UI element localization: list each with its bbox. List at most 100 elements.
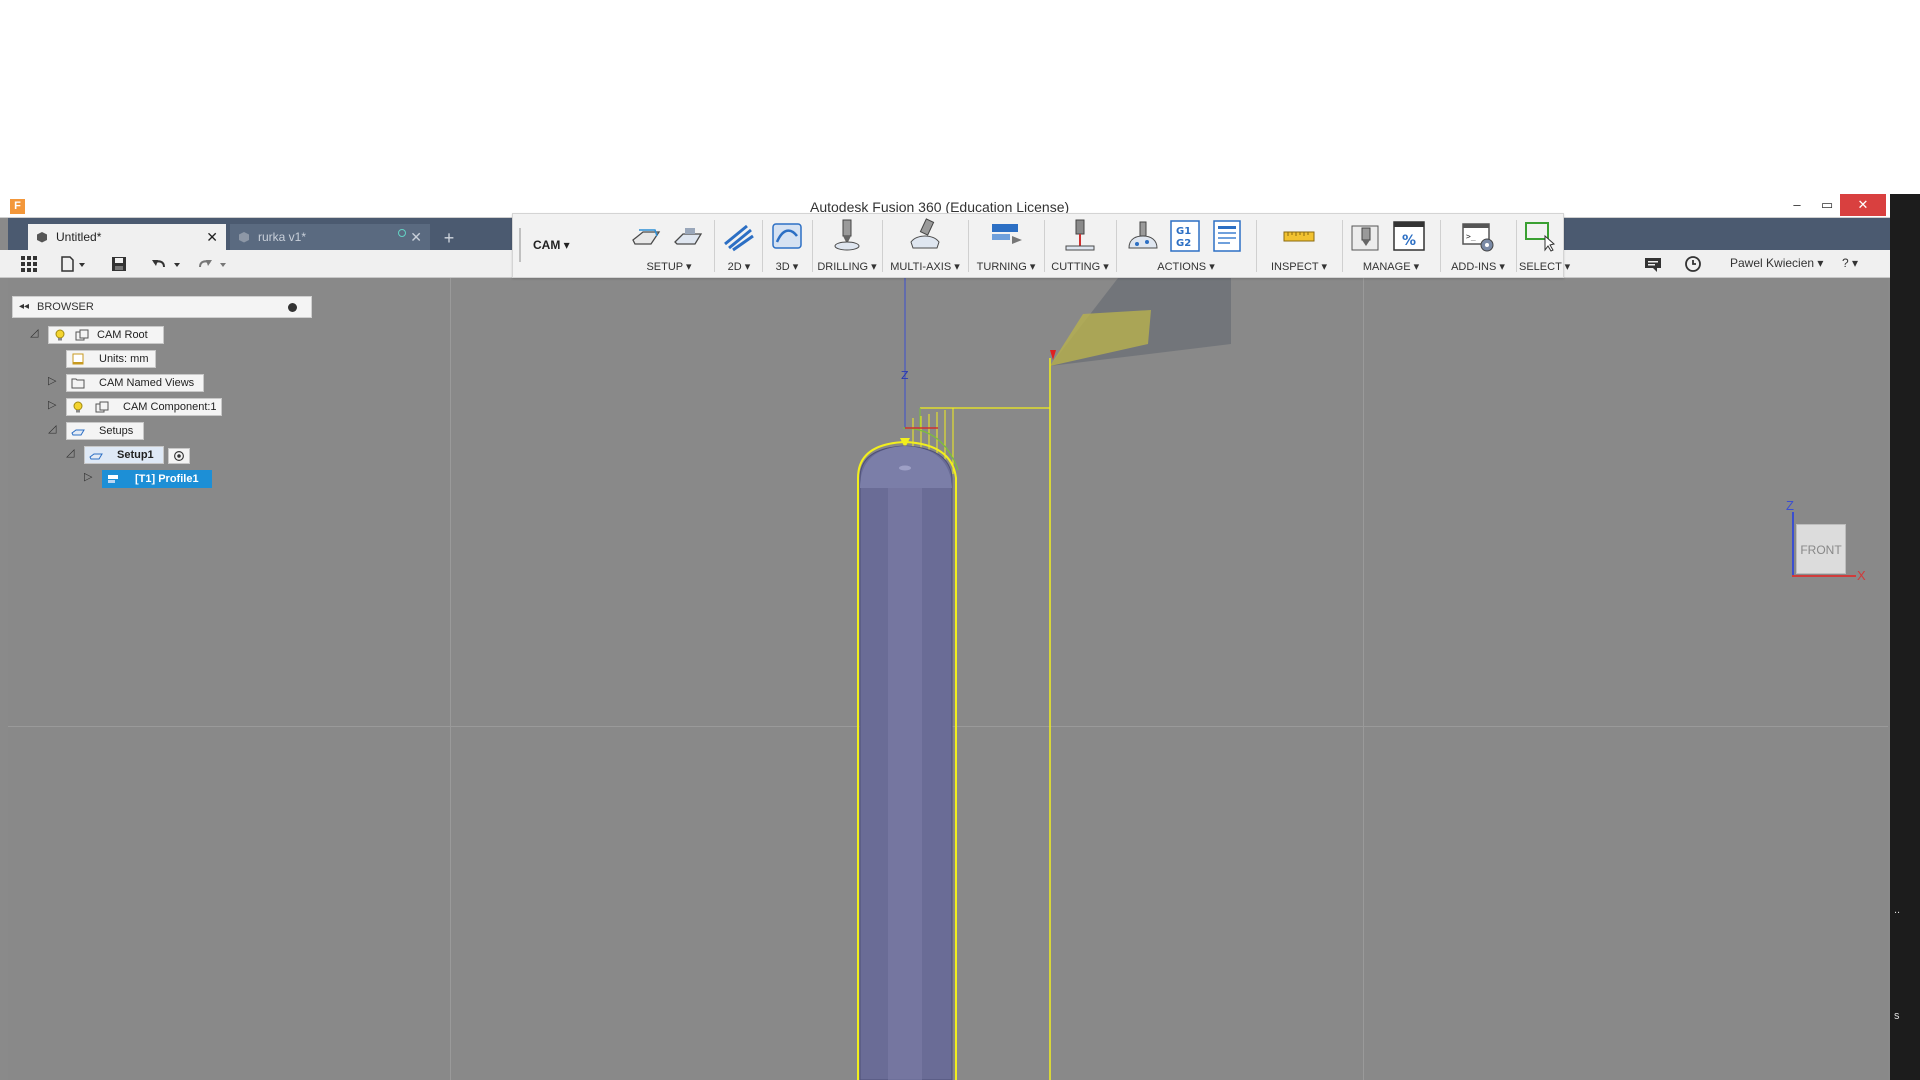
- ribbon-separator: [1342, 220, 1343, 272]
- tab-untitled[interactable]: Untitled* ✕: [28, 224, 226, 250]
- setup-menu[interactable]: SETUP ▾: [627, 260, 711, 273]
- viewcube-front-face[interactable]: FRONT: [1796, 524, 1846, 574]
- select-menu[interactable]: SELECT ▾: [1519, 260, 1570, 273]
- activate-setup-icon[interactable]: [168, 448, 190, 464]
- 2d-menu[interactable]: 2D ▾: [717, 260, 761, 273]
- tree-node-label: CAM Root: [97, 329, 148, 341]
- 3d-toolpath-icon[interactable]: [769, 218, 805, 254]
- tool-library-icon[interactable]: [1349, 218, 1385, 254]
- new-tab-button[interactable]: +: [438, 228, 460, 250]
- save-icon[interactable]: [110, 255, 128, 273]
- setup-sheet-icon[interactable]: [1209, 218, 1245, 254]
- ribbon-separator: [812, 220, 813, 272]
- fusion-logo-icon[interactable]: F: [10, 199, 25, 214]
- 3d-group[interactable]: 3D ▾: [765, 214, 809, 277]
- fusion-app-window: F Autodesk Fusion 360 (Education License…: [0, 194, 1890, 1080]
- minimize-panel-icon[interactable]: [288, 303, 297, 312]
- close-tab-icon[interactable]: ✕: [410, 224, 422, 250]
- tab-label: Untitled*: [56, 230, 102, 244]
- workspace-switcher[interactable]: CAM ▾: [533, 234, 595, 256]
- expand-toggle-icon[interactable]: ▷: [48, 374, 56, 387]
- viewcube-x-axis: X: [1857, 568, 1866, 583]
- notifications-icon[interactable]: [1643, 255, 1663, 273]
- file-menu-icon[interactable]: [60, 255, 88, 273]
- expand-toggle-icon[interactable]: ▷: [84, 470, 92, 483]
- scripts-add-ins-icon[interactable]: >_: [1460, 218, 1496, 254]
- tree-node-setup1[interactable]: Setup1: [84, 446, 164, 464]
- add-ins-group[interactable]: >_ ADD-INS ▾: [1443, 214, 1513, 277]
- window-select-icon[interactable]: [1523, 218, 1559, 254]
- inspect-menu[interactable]: INSPECT ▾: [1259, 260, 1339, 273]
- inspect-group[interactable]: INSPECT ▾: [1259, 214, 1339, 277]
- help-menu[interactable]: ? ▾: [1842, 256, 1858, 270]
- 3d-viewport[interactable]: Z: [8, 278, 1888, 1080]
- cutting-menu[interactable]: CUTTING ▾: [1047, 260, 1113, 273]
- setup-group[interactable]: SETUP ▾: [627, 214, 711, 277]
- manage-menu[interactable]: MANAGE ▾: [1345, 260, 1437, 273]
- collapse-panel-icon[interactable]: ◂◂: [19, 297, 29, 317]
- turning-menu[interactable]: TURNING ▾: [971, 260, 1041, 273]
- ribbon-separator: [1440, 220, 1441, 272]
- expand-toggle-icon[interactable]: ◿: [66, 446, 74, 459]
- post-process-g1g2-icon[interactable]: G1G2: [1167, 218, 1203, 254]
- 2d-toolpath-icon[interactable]: [721, 218, 757, 254]
- actions-group[interactable]: G1 G2 ACTIONS ▾: [1119, 214, 1253, 277]
- add-ins-menu[interactable]: ADD-INS ▾: [1443, 260, 1513, 273]
- actions-menu[interactable]: ACTIONS ▾: [1119, 260, 1253, 273]
- component-icon: [95, 401, 109, 413]
- expand-toggle-icon[interactable]: ◿: [30, 326, 38, 339]
- tree-node-units[interactable]: Units: mm: [66, 350, 156, 368]
- tree-node-cam-root[interactable]: CAM Root: [48, 326, 164, 344]
- tab-rurka[interactable]: rurka v1* ✕: [230, 224, 430, 250]
- setup-icon[interactable]: [629, 218, 665, 254]
- ribbon-grip: [519, 228, 521, 262]
- simulate-icon[interactable]: [1125, 218, 1161, 254]
- turning-icon[interactable]: [988, 218, 1024, 254]
- lightbulb-icon[interactable]: [53, 329, 67, 341]
- 2d-group[interactable]: 2D ▾: [717, 214, 761, 277]
- turning-group[interactable]: TURNING ▾: [971, 214, 1041, 277]
- tree-node-profile1[interactable]: [T1] Profile1: [102, 470, 212, 488]
- measure-icon[interactable]: [1281, 218, 1317, 254]
- expand-toggle-icon[interactable]: ◿: [48, 422, 56, 435]
- lightbulb-icon[interactable]: [71, 401, 85, 413]
- model-canvas: Z: [857, 278, 1231, 1080]
- desktop-edge: .. s: [1890, 194, 1920, 1080]
- browser-panel: ◂◂ BROWSER: [12, 296, 312, 318]
- sync-status-icon: [398, 229, 406, 237]
- redo-icon[interactable]: [196, 255, 230, 273]
- tree-node-label: Setup1: [117, 449, 154, 461]
- job-status-clock-icon[interactable]: [1684, 255, 1702, 273]
- template-library-icon[interactable]: %: [1391, 218, 1427, 254]
- browser-header[interactable]: ◂◂ BROWSER: [12, 296, 312, 318]
- manage-group[interactable]: % MANAGE ▾: [1345, 214, 1437, 277]
- close-window-button[interactable]: ✕: [1840, 194, 1886, 216]
- multi-axis-icon[interactable]: [907, 218, 943, 254]
- tree-node-cam-named-views[interactable]: CAM Named Views: [66, 374, 204, 392]
- data-panel-grid-icon[interactable]: [20, 255, 38, 273]
- drill-icon[interactable]: [829, 218, 865, 254]
- stock-icon[interactable]: [671, 218, 707, 254]
- minimize-button[interactable]: –: [1782, 194, 1812, 216]
- 3d-menu[interactable]: 3D ▾: [765, 260, 809, 273]
- close-tab-icon[interactable]: ✕: [206, 224, 218, 250]
- user-account-menu[interactable]: Pawel Kwiecien ▾: [1730, 256, 1823, 270]
- ribbon-separator: [882, 220, 883, 272]
- drilling-menu[interactable]: DRILLING ▾: [815, 260, 879, 273]
- maximize-button[interactable]: ▭: [1812, 194, 1842, 216]
- expand-toggle-icon[interactable]: ▷: [48, 398, 56, 411]
- document-cube-icon: [239, 232, 249, 243]
- undo-icon[interactable]: [150, 255, 184, 273]
- tree-node-setups[interactable]: Setups: [66, 422, 144, 440]
- select-group[interactable]: SELECT ▾: [1519, 214, 1570, 277]
- multi-axis-menu[interactable]: MULTI-AXIS ▾: [885, 260, 965, 273]
- tree-node-cam-component[interactable]: CAM Component:1: [66, 398, 222, 416]
- multi-axis-group[interactable]: MULTI-AXIS ▾: [885, 214, 965, 277]
- drilling-group[interactable]: DRILLING ▾: [815, 214, 879, 277]
- tree-node-label: CAM Named Views: [99, 377, 195, 389]
- cutting-group[interactable]: CUTTING ▾: [1047, 214, 1113, 277]
- units-document-icon: [72, 353, 84, 365]
- browser-title: BROWSER: [37, 301, 94, 313]
- svg-text:%: %: [1402, 233, 1416, 249]
- cutting-icon[interactable]: [1062, 218, 1098, 254]
